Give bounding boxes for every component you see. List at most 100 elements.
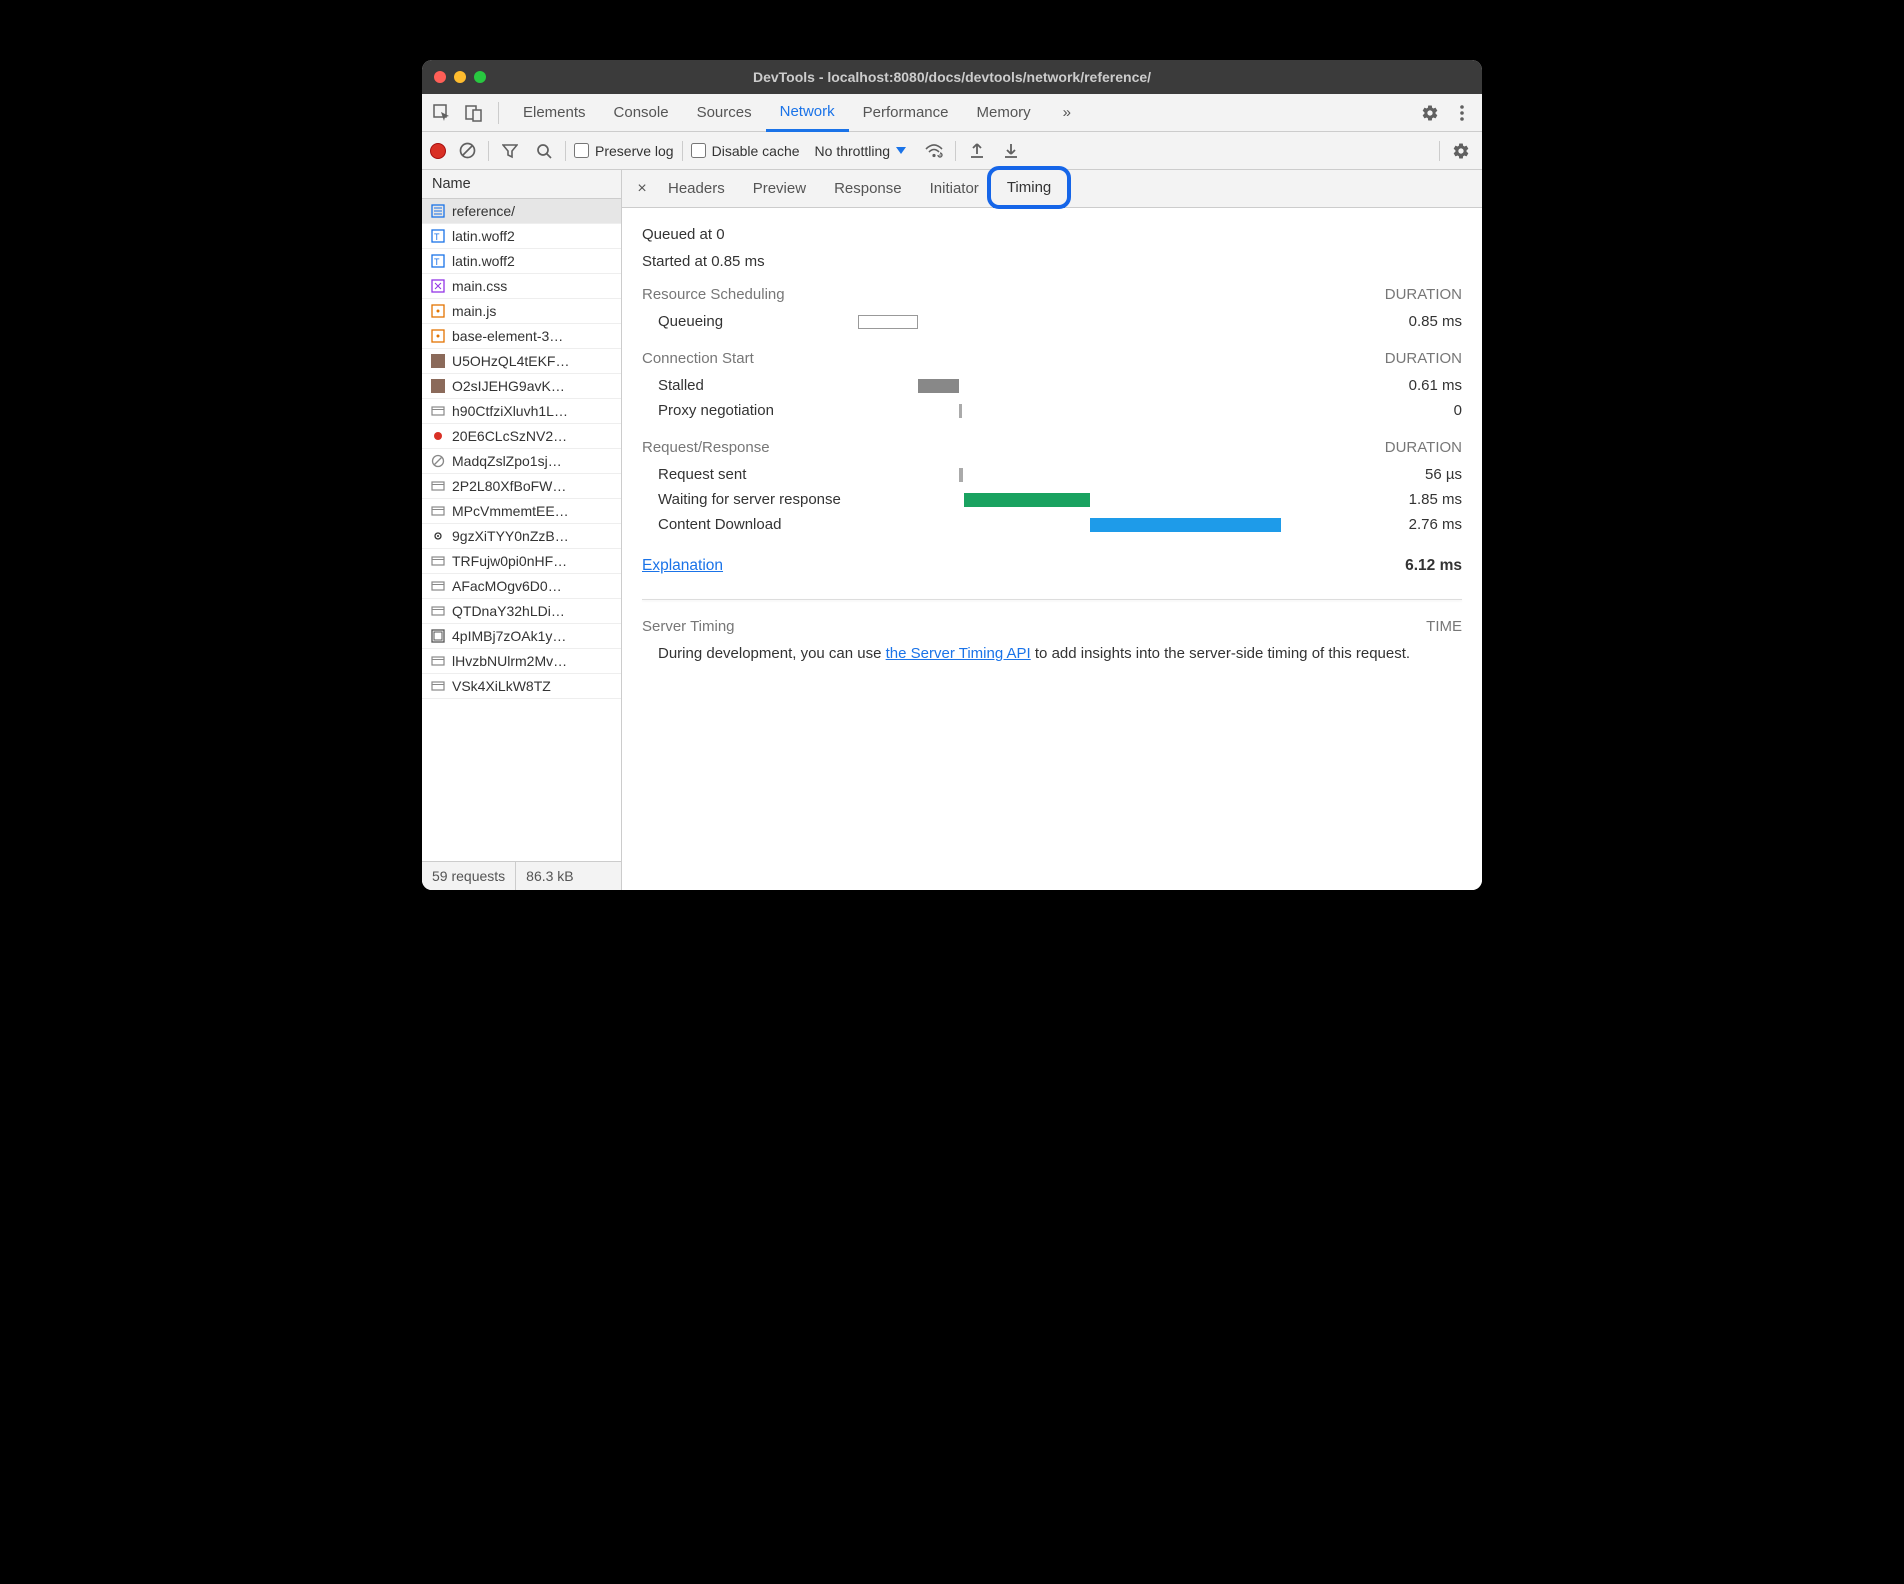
file-type-icon xyxy=(430,528,446,544)
request-name: reference/ xyxy=(452,203,515,219)
file-type-icon xyxy=(430,653,446,669)
svg-text:T: T xyxy=(434,232,440,242)
tab-console[interactable]: Console xyxy=(600,94,683,132)
request-name: 9gzXiTYY0nZzB… xyxy=(452,528,569,544)
maximize-window-button[interactable] xyxy=(474,71,486,83)
detail-tab-preview[interactable]: Preview xyxy=(739,170,820,208)
clear-icon[interactable] xyxy=(454,138,480,164)
search-icon[interactable] xyxy=(531,138,557,164)
request-row[interactable]: QTDnaY32hLDi… xyxy=(422,599,621,624)
request-row[interactable]: 4pIMBj7zOAk1y… xyxy=(422,624,621,649)
network-conditions-icon[interactable] xyxy=(921,138,947,164)
detail-panel: × HeadersPreviewResponseInitiatorTiming … xyxy=(622,170,1482,890)
upload-har-icon[interactable] xyxy=(964,138,990,164)
file-type-icon xyxy=(430,328,446,344)
tabs-overflow-button[interactable]: » xyxy=(1049,94,1085,132)
request-row[interactable]: lHvzbNUlrm2Mv… xyxy=(422,649,621,674)
timing-label: Queueing xyxy=(658,313,858,330)
svg-text:T: T xyxy=(434,257,440,267)
explanation-link[interactable]: Explanation xyxy=(642,557,723,575)
sidebar-header[interactable]: Name xyxy=(422,170,621,199)
timing-value: 56 µs xyxy=(1362,466,1462,483)
disable-cache-label: Disable cache xyxy=(712,143,800,159)
network-toolbar: Preserve log Disable cache No throttling xyxy=(422,132,1482,170)
request-row[interactable]: 2P2L80XfBoFW… xyxy=(422,474,621,499)
started-at: Started at 0.85 ms xyxy=(642,253,1462,270)
detail-tab-headers[interactable]: Headers xyxy=(654,170,739,208)
close-detail-icon[interactable]: × xyxy=(630,180,654,198)
request-name: MPcVmmemtEE… xyxy=(452,503,569,519)
timing-bar-zone xyxy=(858,315,1362,329)
request-row[interactable]: main.css xyxy=(422,274,621,299)
request-row[interactable]: VSk4XiLkW8TZ xyxy=(422,674,621,699)
server-timing-time-label: TIME xyxy=(1426,618,1462,635)
timing-value: 0.85 ms xyxy=(1362,313,1462,330)
file-type-icon xyxy=(430,678,446,694)
request-row[interactable]: base-element-3… xyxy=(422,324,621,349)
close-window-button[interactable] xyxy=(434,71,446,83)
disable-cache-checkbox[interactable]: Disable cache xyxy=(691,143,800,159)
request-name: O2sIJEHG9avK… xyxy=(452,378,565,394)
request-name: main.js xyxy=(452,303,496,319)
file-type-icon xyxy=(430,278,446,294)
request-row[interactable]: 20E6CLcSzNV2… xyxy=(422,424,621,449)
request-name: MadqZslZpo1sj… xyxy=(452,453,562,469)
network-settings-gear-icon[interactable] xyxy=(1448,138,1474,164)
file-type-icon xyxy=(430,578,446,594)
timing-row: Queueing 0.85 ms xyxy=(642,309,1462,334)
request-row[interactable]: reference/ xyxy=(422,199,621,224)
request-row[interactable]: U5OHzQL4tEKF… xyxy=(422,349,621,374)
device-toggle-icon[interactable] xyxy=(460,99,488,127)
request-row[interactable]: main.js xyxy=(422,299,621,324)
file-type-icon xyxy=(430,403,446,419)
timing-label: Waiting for server response xyxy=(658,491,858,508)
chevron-down-icon xyxy=(896,147,906,154)
tab-network[interactable]: Network xyxy=(766,94,849,132)
request-row[interactable]: AFacMOgv6D0… xyxy=(422,574,621,599)
request-row[interactable]: TRFujw0pi0nHF… xyxy=(422,549,621,574)
request-list[interactable]: reference/Tlatin.woff2Tlatin.woff2main.c… xyxy=(422,199,621,861)
settings-gear-icon[interactable] xyxy=(1416,99,1444,127)
detail-tab-timing[interactable]: Timing xyxy=(993,170,1065,208)
request-name: base-element-3… xyxy=(452,328,563,344)
request-row[interactable]: h90CtfziXluvh1L… xyxy=(422,399,621,424)
request-row[interactable]: Tlatin.woff2 xyxy=(422,249,621,274)
request-name: latin.woff2 xyxy=(452,253,515,269)
record-button[interactable] xyxy=(430,143,446,159)
timing-row: Proxy negotiation0 xyxy=(642,398,1462,423)
tab-performance[interactable]: Performance xyxy=(849,94,963,132)
filter-icon[interactable] xyxy=(497,138,523,164)
timing-label: Request sent xyxy=(658,466,858,483)
tab-sources[interactable]: Sources xyxy=(683,94,766,132)
traffic-lights xyxy=(434,71,486,83)
timing-bar-zone xyxy=(858,493,1362,507)
preserve-log-checkbox[interactable]: Preserve log xyxy=(574,143,674,159)
status-bar: 59 requests 86.3 kB xyxy=(422,861,621,890)
download-har-icon[interactable] xyxy=(998,138,1024,164)
timing-bar-zone xyxy=(858,404,1362,418)
inspect-icon[interactable] xyxy=(428,99,456,127)
file-type-icon xyxy=(430,503,446,519)
request-row[interactable]: MPcVmmemtEE… xyxy=(422,499,621,524)
request-row[interactable]: MadqZslZpo1sj… xyxy=(422,449,621,474)
kebab-menu-icon[interactable] xyxy=(1448,99,1476,127)
server-timing-api-link[interactable]: the Server Timing API xyxy=(886,645,1031,662)
server-timing-text: During development, you can use the Serv… xyxy=(642,635,1462,665)
timing-row: Content Download2.76 ms xyxy=(642,512,1462,537)
server-timing-title: Server Timing xyxy=(642,618,735,635)
separator xyxy=(498,102,499,124)
request-row[interactable]: 9gzXiTYY0nZzB… xyxy=(422,524,621,549)
tab-elements[interactable]: Elements xyxy=(509,94,600,132)
throttling-select[interactable]: No throttling xyxy=(808,140,913,162)
detail-tab-initiator[interactable]: Initiator xyxy=(916,170,993,208)
tab-memory[interactable]: Memory xyxy=(963,94,1045,132)
file-type-icon xyxy=(430,378,446,394)
request-row[interactable]: Tlatin.woff2 xyxy=(422,224,621,249)
timing-row: Stalled0.61 ms xyxy=(642,373,1462,398)
request-name: lHvzbNUlrm2Mv… xyxy=(452,653,567,669)
request-row[interactable]: O2sIJEHG9avK… xyxy=(422,374,621,399)
file-type-icon xyxy=(430,453,446,469)
detail-tab-response[interactable]: Response xyxy=(820,170,916,208)
timing-panel: Queued at 0 Started at 0.85 ms Resource … xyxy=(622,208,1482,890)
minimize-window-button[interactable] xyxy=(454,71,466,83)
